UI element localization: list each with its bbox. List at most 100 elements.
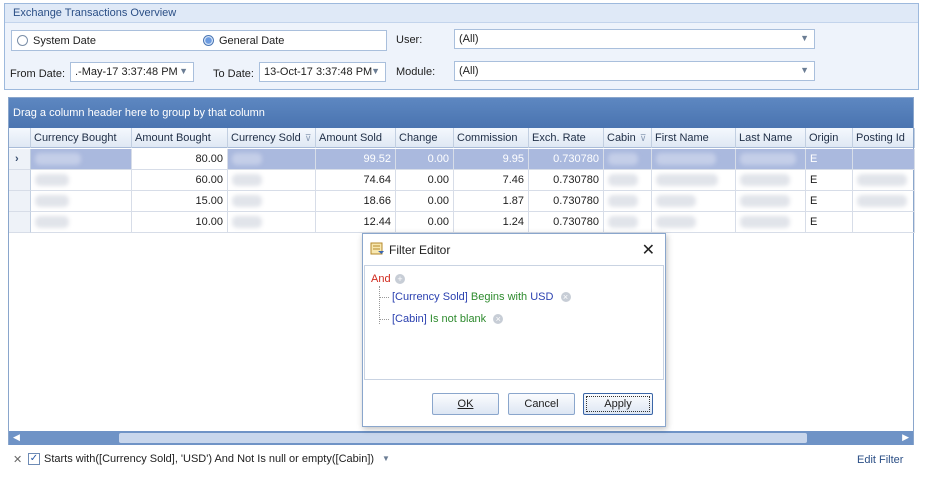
- scroll-left-icon[interactable]: ◀: [13, 432, 20, 443]
- cell-origin[interactable]: E: [806, 191, 853, 212]
- column-header-origin[interactable]: Origin: [806, 128, 853, 148]
- close-icon[interactable]: ✕: [642, 240, 655, 260]
- cell-origin[interactable]: E: [806, 212, 853, 233]
- remove-condition-icon[interactable]: ×: [560, 292, 571, 302]
- horizontal-scrollbar[interactable]: ◀ ▶: [9, 431, 913, 445]
- column-header-commission[interactable]: Commission: [454, 128, 529, 148]
- column-filter-icon[interactable]: ⊽: [305, 133, 312, 143]
- edit-filter-link[interactable]: Edit Filter: [857, 454, 903, 466]
- remove-condition-icon[interactable]: ×: [493, 314, 504, 324]
- apply-button[interactable]: Apply: [583, 393, 653, 415]
- column-header-first-name[interactable]: First Name: [652, 128, 736, 148]
- cancel-button[interactable]: Cancel: [508, 393, 575, 415]
- column-header-cabin[interactable]: Cabin ⊽: [604, 128, 652, 148]
- cell-cabin[interactable]: [604, 149, 652, 170]
- clear-filter-icon[interactable]: ✕: [13, 453, 22, 466]
- cell-first-name[interactable]: [652, 149, 736, 170]
- cell-change[interactable]: 0.00: [396, 149, 454, 170]
- condition-field[interactable]: [Currency Sold]: [392, 291, 468, 303]
- cell-last-name[interactable]: [736, 191, 806, 212]
- column-header-last-name[interactable]: Last Name: [736, 128, 806, 148]
- chevron-down-icon[interactable]: ▼: [382, 454, 390, 463]
- table-row[interactable]: 10.00 12.44 0.00 1.24 0.730780 E: [9, 212, 915, 233]
- chevron-down-icon[interactable]: ▼: [800, 33, 809, 43]
- column-header-currency-bought[interactable]: Currency Bought: [31, 128, 132, 148]
- cell-commission[interactable]: 9.95: [454, 149, 529, 170]
- cell-posting-id[interactable]: [853, 212, 915, 233]
- chevron-down-icon[interactable]: ▼: [179, 66, 188, 76]
- general-date-radio[interactable]: [203, 35, 214, 46]
- column-filter-icon[interactable]: ⊽: [640, 133, 647, 143]
- cell-commission[interactable]: 7.46: [454, 170, 529, 191]
- cell-amount-bought[interactable]: 80.00: [132, 149, 228, 170]
- cell-exch-rate[interactable]: 0.730780: [529, 191, 604, 212]
- filter-enabled-checkbox[interactable]: ✓: [28, 453, 40, 465]
- cell-exch-rate[interactable]: 0.730780: [529, 212, 604, 233]
- scrollbar-thumb[interactable]: [119, 433, 807, 443]
- cell-amount-sold[interactable]: 74.64: [316, 170, 396, 191]
- cell-commission[interactable]: 1.24: [454, 212, 529, 233]
- group-operator[interactable]: And: [371, 273, 391, 285]
- condition-operator[interactable]: Begins with: [471, 291, 527, 303]
- condition-field[interactable]: [Cabin]: [392, 313, 427, 325]
- cell-first-name[interactable]: [652, 170, 736, 191]
- ok-button[interactable]: OK: [432, 393, 499, 415]
- cell-change[interactable]: 0.00: [396, 212, 454, 233]
- cell-commission[interactable]: 1.87: [454, 191, 529, 212]
- condition-operator[interactable]: Is not blank: [430, 313, 486, 325]
- cell-amount-sold[interactable]: 12.44: [316, 212, 396, 233]
- cell-cabin[interactable]: [604, 170, 652, 191]
- condition-value[interactable]: USD: [530, 291, 553, 303]
- to-date-picker[interactable]: 13-Oct-17 3:37:48 PM ▼: [259, 62, 386, 82]
- table-row[interactable]: 15.00 18.66 0.00 1.87 0.730780 E: [9, 191, 915, 212]
- column-header-amount-bought[interactable]: Amount Bought: [132, 128, 228, 148]
- cell-exch-rate[interactable]: 0.730780: [529, 170, 604, 191]
- cell-currency-sold[interactable]: [228, 212, 316, 233]
- add-condition-icon[interactable]: +: [395, 274, 405, 284]
- chevron-down-icon[interactable]: ▼: [800, 65, 809, 75]
- general-date-label[interactable]: General Date: [219, 35, 284, 47]
- cell-currency-sold[interactable]: [228, 170, 316, 191]
- table-row[interactable]: › 80.00 99.52 0.00 9.95 0.730780 E: [9, 149, 915, 170]
- cell-posting-id[interactable]: [853, 191, 915, 212]
- from-date-picker[interactable]: .-May-17 3:37:48 PM ▼: [70, 62, 194, 82]
- cell-origin[interactable]: E: [806, 170, 853, 191]
- cell-amount-sold[interactable]: 99.52: [316, 149, 396, 170]
- column-header-change[interactable]: Change: [396, 128, 454, 148]
- chevron-down-icon[interactable]: ▼: [371, 66, 380, 76]
- column-header-currency-sold[interactable]: Currency Sold ⊽: [228, 128, 316, 148]
- cell-last-name[interactable]: [736, 170, 806, 191]
- system-date-radio[interactable]: [17, 35, 28, 46]
- column-header-amount-sold[interactable]: Amount Sold: [316, 128, 396, 148]
- cell-cabin[interactable]: [604, 191, 652, 212]
- group-by-panel[interactable]: Drag a column header here to group by th…: [9, 98, 913, 128]
- cell-posting-id[interactable]: [853, 149, 915, 170]
- cell-change[interactable]: 0.00: [396, 191, 454, 212]
- module-select[interactable]: (All) ▼: [454, 61, 815, 81]
- cell-amount-sold[interactable]: 18.66: [316, 191, 396, 212]
- cell-currency-bought[interactable]: [31, 170, 132, 191]
- cell-currency-bought[interactable]: [31, 149, 132, 170]
- column-header-exch-rate[interactable]: Exch. Rate: [529, 128, 604, 148]
- cell-posting-id[interactable]: [853, 170, 915, 191]
- cell-last-name[interactable]: [736, 212, 806, 233]
- column-header-posting-id[interactable]: Posting Id: [853, 128, 915, 148]
- cell-cabin[interactable]: [604, 212, 652, 233]
- user-select[interactable]: (All) ▼: [454, 29, 815, 49]
- cell-currency-bought[interactable]: [31, 191, 132, 212]
- cell-exch-rate[interactable]: 0.730780: [529, 149, 604, 170]
- cell-amount-bought[interactable]: 15.00: [132, 191, 228, 212]
- cell-change[interactable]: 0.00: [396, 170, 454, 191]
- cell-first-name[interactable]: [652, 212, 736, 233]
- cell-amount-bought[interactable]: 60.00: [132, 170, 228, 191]
- system-date-label[interactable]: System Date: [33, 35, 96, 47]
- cell-last-name[interactable]: [736, 149, 806, 170]
- cell-first-name[interactable]: [652, 191, 736, 212]
- cell-origin[interactable]: E: [806, 149, 853, 170]
- scroll-right-icon[interactable]: ▶: [902, 432, 909, 443]
- table-row[interactable]: 60.00 74.64 0.00 7.46 0.730780 E: [9, 170, 915, 191]
- cell-amount-bought[interactable]: 10.00: [132, 212, 228, 233]
- cell-currency-sold[interactable]: [228, 149, 316, 170]
- cell-currency-bought[interactable]: [31, 212, 132, 233]
- filter-expression[interactable]: Starts with([Currency Sold], 'USD') And …: [44, 453, 374, 465]
